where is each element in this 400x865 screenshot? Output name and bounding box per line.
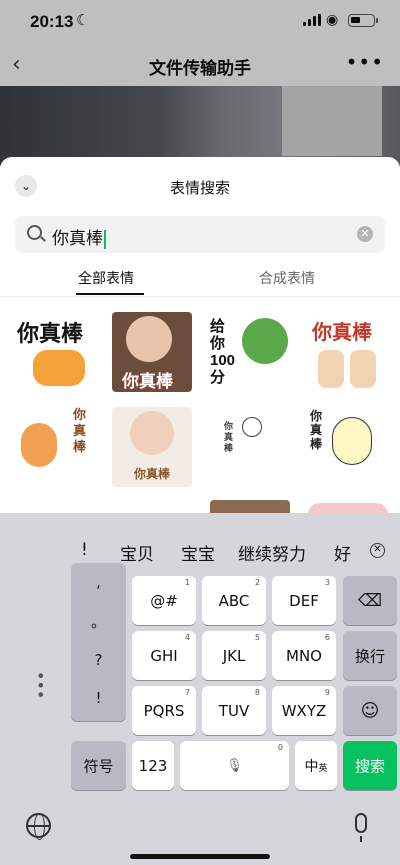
symbols-key[interactable]: 符号 <box>71 741 126 790</box>
lang-switch-key[interactable]: 中英 <box>295 741 337 790</box>
sticker-item[interactable]: 你真棒 <box>308 407 388 487</box>
sticker-search-sheet: ⌄ 表情搜索 你真棒 ✕ 全部表情 合成表情 你真棒 你真棒 给你100分 你真… <box>0 157 400 517</box>
search-icon <box>27 225 42 240</box>
tab-all-stickers[interactable]: 全部表情 <box>78 268 134 288</box>
stick-figure <box>242 417 262 437</box>
backspace-icon: ⌫ <box>357 590 383 611</box>
mic-small-icon: 🎙︎ <box>226 758 243 773</box>
globe-icon[interactable] <box>26 813 51 840</box>
numbers-key[interactable]: 123 <box>132 741 174 790</box>
search-value: 你真棒 <box>52 229 103 249</box>
sticker-item[interactable]: 给你100分 <box>210 312 290 392</box>
sticker-text: 你真棒 <box>310 409 323 451</box>
key-def[interactable]: 3 DEF <box>272 576 336 625</box>
punct-key[interactable]: ! <box>71 689 126 707</box>
key-symbol[interactable]: 1 @# <box>132 576 196 625</box>
key-wxyz[interactable]: 9 WXYZ <box>272 686 336 735</box>
search-key[interactable]: 搜索 <box>343 741 397 790</box>
key-ghi[interactable]: 4 GHI <box>132 631 196 680</box>
candidate-item[interactable]: ! <box>81 540 88 560</box>
emoji-key[interactable]: ☺ <box>343 686 397 735</box>
girl-character <box>21 423 57 467</box>
sticker-item[interactable]: 你真棒 <box>15 312 95 392</box>
backspace-key[interactable]: ⌫ <box>343 576 397 625</box>
dim-overlay <box>0 0 400 170</box>
key-tuv[interactable]: 8 TUV <box>202 686 266 735</box>
punct-key[interactable]: , <box>71 573 126 591</box>
punct-key[interactable]: ? <box>71 651 126 669</box>
sticker-item[interactable]: 你真棒 <box>15 407 95 487</box>
sticker-text: 你真棒 <box>17 321 84 346</box>
sticker-text: 你真棒 <box>134 467 171 481</box>
lang-main: 中 <box>304 758 319 775</box>
microphone-icon[interactable] <box>355 813 367 842</box>
sticker-item[interactable] <box>210 500 290 514</box>
key-mno[interactable]: 6 MNO <box>272 631 336 680</box>
lang-sub: 英 <box>318 763 328 774</box>
key-pqrs[interactable]: 7 PQRS <box>132 686 196 735</box>
search-input[interactable]: 你真棒 ✕ <box>15 216 385 253</box>
photo-face <box>130 411 174 455</box>
punct-key[interactable]: 。 <box>71 611 126 632</box>
emoji-icon: ☺ <box>360 700 380 721</box>
helmet-character <box>242 318 288 364</box>
more-dots-icon[interactable]: ••• <box>31 671 50 699</box>
sticker-item[interactable]: 你真棒 <box>112 407 192 487</box>
sticker-item[interactable]: 你真棒 <box>112 312 192 392</box>
sheet-title: 表情搜索 <box>169 179 230 197</box>
sticker-item[interactable]: 你真棒 <box>308 312 388 392</box>
newline-key[interactable]: 换行 <box>343 631 397 680</box>
key-jkl[interactable]: 5 JKL <box>202 631 266 680</box>
punctuation-column: , 。 ? ! <box>71 563 126 721</box>
close-candidates-icon[interactable]: ✕ <box>370 543 385 558</box>
candidate-item[interactable]: 宝宝 <box>181 540 215 565</box>
text-caret <box>104 229 106 249</box>
sticker-text: 你真棒 <box>73 407 87 454</box>
candidate-item[interactable]: 好 <box>334 540 351 565</box>
thumbs-up-icon <box>318 350 344 388</box>
duck-character <box>332 417 372 465</box>
candidate-item[interactable]: 宝贝 <box>120 540 154 565</box>
home-indicator <box>130 854 270 859</box>
thumbs-up-icon <box>350 350 376 388</box>
keyboard: ! 宝贝 宝宝 继续努力 好 ✕ ••• , 。 ? ! 1 @# 2 ABC … <box>0 513 400 865</box>
sticker-text: 你真棒 <box>122 372 173 391</box>
sticker-item[interactable]: 你真棒 <box>210 407 290 487</box>
tab-indicator <box>76 293 144 295</box>
tab-synth-stickers[interactable]: 合成表情 <box>259 268 315 288</box>
photo-face <box>126 316 172 362</box>
clear-icon[interactable]: ✕ <box>357 226 373 242</box>
sticker-text: 你真棒 <box>224 421 234 453</box>
candidate-bar: ! 宝贝 宝宝 继续努力 好 ✕ <box>0 513 400 565</box>
space-key[interactable]: 0 🎙︎ <box>180 741 289 790</box>
key-abc[interactable]: 2 ABC <box>202 576 266 625</box>
thumb-icon <box>33 350 85 386</box>
divider <box>0 296 400 297</box>
candidate-item[interactable]: 继续努力 <box>238 540 306 565</box>
sticker-text: 你真棒 <box>312 322 372 344</box>
sticker-text: 给你100分 <box>210 318 236 386</box>
